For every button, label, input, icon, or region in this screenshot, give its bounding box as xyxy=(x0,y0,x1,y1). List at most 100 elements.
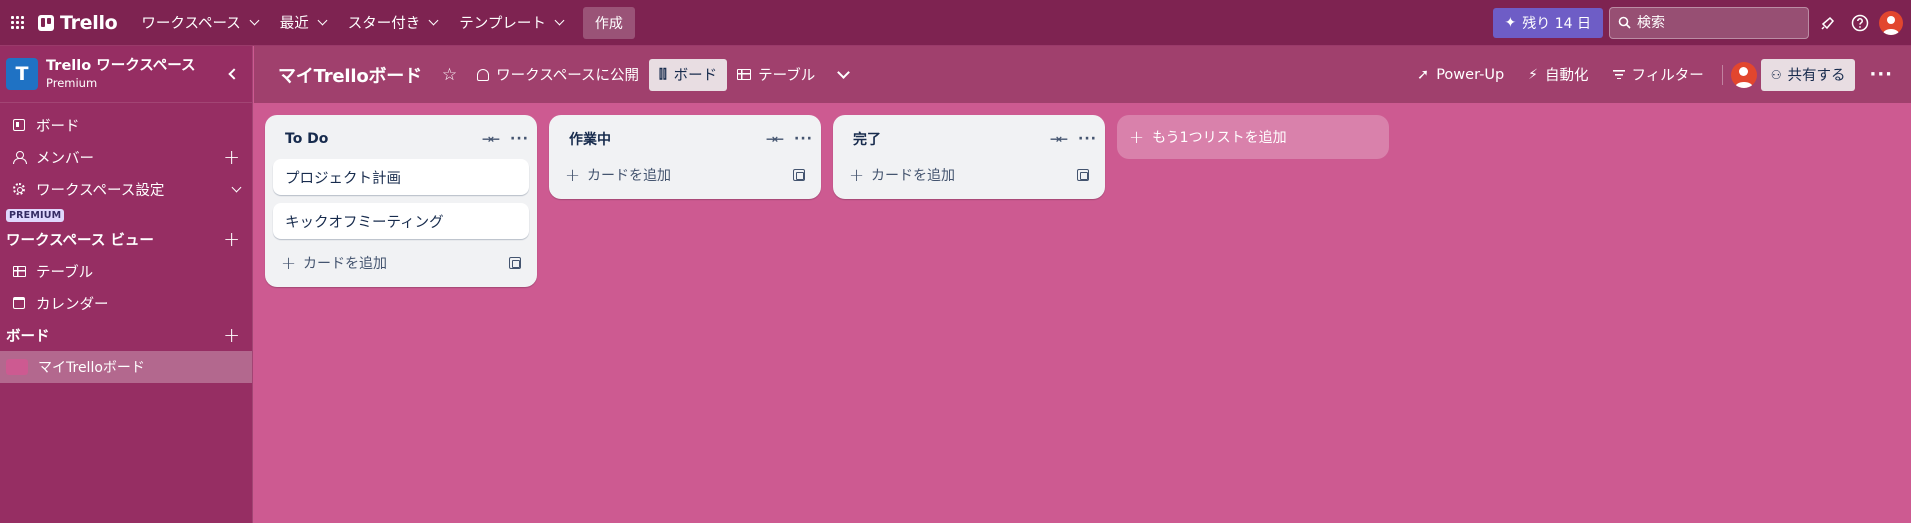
list-menu-icon[interactable]: ··· xyxy=(1078,131,1097,147)
view-board-tab[interactable]: ⫿⫿ ボード xyxy=(648,58,728,91)
visibility-label: ワークスペースに公開 xyxy=(496,68,639,84)
nav-recent[interactable]: 最近 xyxy=(270,7,336,39)
workspace-logo[interactable]: T xyxy=(6,58,38,90)
table-icon xyxy=(737,69,752,80)
search-input[interactable] xyxy=(1637,14,1787,31)
nav-starred-label: スター付き xyxy=(347,16,421,32)
collapse-list-icon[interactable]: →← xyxy=(1050,132,1068,146)
gear-icon xyxy=(12,182,26,196)
star-icon: ☆ xyxy=(441,64,458,85)
more-icon: ··· xyxy=(1869,64,1893,85)
board-menu-button[interactable]: ··· xyxy=(1859,59,1903,91)
board-icon xyxy=(12,118,26,132)
list-menu-icon[interactable]: ··· xyxy=(510,131,529,147)
chevron-down-icon xyxy=(249,15,260,26)
add-member-icon[interactable]: + xyxy=(223,147,240,167)
nav-starred[interactable]: スター付き xyxy=(338,7,448,39)
nav-templates[interactable]: テンプレート xyxy=(449,7,573,39)
workspace-plan: Premium xyxy=(46,76,98,90)
calendar-icon xyxy=(12,296,26,310)
view-table-label: テーブル xyxy=(758,68,816,84)
add-view-icon[interactable]: + xyxy=(223,229,240,249)
list-header[interactable]: To Do →← ··· xyxy=(265,119,537,159)
trello-logo-text: Trello xyxy=(60,11,118,34)
list-header[interactable]: 作業中 →← ··· xyxy=(549,119,821,159)
list-title[interactable]: To Do xyxy=(285,131,328,147)
sidebar-item-workspace-settings[interactable]: ワークスペース設定 xyxy=(0,173,252,205)
list-todo: To Do →← ··· プロジェクト計画 キックオフミーティング + カードを… xyxy=(265,115,537,287)
list-header[interactable]: 完了 →← ··· xyxy=(833,119,1105,159)
add-board-icon[interactable]: + xyxy=(223,325,240,345)
collapse-list-icon[interactable]: →← xyxy=(482,132,500,146)
add-card-button[interactable]: + カードを追加 xyxy=(841,159,1097,191)
template-icon[interactable] xyxy=(509,257,521,269)
board-title[interactable]: マイTrelloボード xyxy=(254,62,432,88)
sidebar: T Trello ワークスペース Premium ボード メンバー + ワークス… xyxy=(0,46,253,523)
share-button[interactable]: ⚇ 共有する xyxy=(1760,58,1856,91)
people-icon xyxy=(477,68,490,81)
trial-button[interactable]: ✦ 残り 14 日 xyxy=(1492,7,1603,38)
list-menu-icon[interactable]: ··· xyxy=(794,131,813,147)
template-icon[interactable] xyxy=(793,169,805,181)
sidebar-item-label: カレンダー xyxy=(36,296,109,313)
sidebar-item-label: ボード xyxy=(36,118,80,135)
filter-label: フィルター xyxy=(1631,68,1704,84)
nav-workspaces[interactable]: ワークスペース xyxy=(131,7,267,39)
app-switcher-icon[interactable] xyxy=(0,0,34,46)
view-board-label: ボード xyxy=(673,68,718,84)
star-board-button[interactable]: ☆ xyxy=(432,59,467,91)
collapse-sidebar-button[interactable] xyxy=(218,60,246,88)
sidebar-item-label: ワークスペース設定 xyxy=(36,182,165,199)
trello-logo[interactable]: Trello xyxy=(34,7,127,39)
share-label: 共有する xyxy=(1787,68,1846,84)
visibility-button[interactable]: ワークスペースに公開 xyxy=(467,59,649,91)
help-icon[interactable] xyxy=(1847,10,1873,36)
person-add-icon: ⚇ xyxy=(1770,67,1782,82)
chevron-down-icon[interactable] xyxy=(231,182,242,192)
create-button[interactable]: 作成 xyxy=(582,6,635,39)
trial-label: 残り 14 日 xyxy=(1522,15,1591,32)
add-card-button[interactable]: + カードを追加 xyxy=(557,159,813,191)
board-member-avatar[interactable] xyxy=(1730,61,1757,88)
view-table-tab[interactable]: テーブル xyxy=(727,59,825,91)
sidebar-item-table[interactable]: テーブル xyxy=(0,255,252,287)
more-views-button[interactable] xyxy=(825,59,858,91)
add-card-button[interactable]: + カードを追加 xyxy=(273,247,529,279)
nav-recent-label: 最近 xyxy=(279,16,309,32)
sidebar-item-label: テーブル xyxy=(36,264,94,281)
search-icon xyxy=(1618,16,1631,29)
workspace-views-heading: ワークスペース ビュー + xyxy=(0,223,252,255)
powerup-label: Power-Up xyxy=(1436,66,1505,83)
chevron-down-icon xyxy=(554,15,565,26)
sidebar-board-item[interactable]: マイTrelloボード xyxy=(0,351,252,383)
plus-icon: + xyxy=(565,164,581,186)
list-in-progress: 作業中 →← ··· + カードを追加 xyxy=(549,115,821,199)
powerup-button[interactable]: ➚ Power-Up xyxy=(1407,59,1514,91)
template-icon[interactable] xyxy=(1077,169,1089,181)
automation-label: 自動化 xyxy=(1545,68,1589,84)
add-list-button[interactable]: + もう1つリストを追加 xyxy=(1117,115,1389,159)
premium-badge: PREMIUM xyxy=(6,209,65,222)
sidebar-item-members[interactable]: メンバー + xyxy=(0,141,252,173)
workspace-name[interactable]: Trello ワークスペース xyxy=(46,57,196,75)
rocket-icon: ➚ xyxy=(1417,66,1430,83)
filter-button[interactable]: フィルター xyxy=(1603,59,1714,91)
board-header-right: ➚ Power-Up ⚡ 自動化 フィルター ⚇ 共有する ··· xyxy=(1407,58,1911,91)
top-nav: ワークスペース 最近 スター付き テンプレート 作成 xyxy=(131,6,635,39)
sidebar-item-boards[interactable]: ボード xyxy=(0,109,252,141)
board-header: マイTrelloボード ☆ ワークスペースに公開 ⫿⫿ ボード テーブル ➚ P… xyxy=(254,46,1911,103)
list-title[interactable]: 作業中 xyxy=(569,129,611,149)
sidebar-item-calendar[interactable]: カレンダー xyxy=(0,287,252,319)
collapse-list-icon[interactable]: →← xyxy=(766,132,784,146)
automation-button[interactable]: ⚡ 自動化 xyxy=(1518,59,1598,91)
notifications-icon[interactable] xyxy=(1815,10,1841,36)
card[interactable]: プロジェクト計画 xyxy=(273,159,529,195)
card[interactable]: キックオフミーティング xyxy=(273,203,529,239)
question-circle-icon xyxy=(1851,14,1869,31)
premium-badge-row: PREMIUM xyxy=(0,205,252,223)
list-title[interactable]: 完了 xyxy=(853,129,881,149)
search-box[interactable] xyxy=(1609,6,1809,39)
megaphone-icon xyxy=(1821,16,1835,30)
user-avatar[interactable] xyxy=(1879,10,1903,35)
top-bar: Trello ワークスペース 最近 スター付き テンプレート 作成 ✦ 残り 1… xyxy=(0,0,1911,46)
